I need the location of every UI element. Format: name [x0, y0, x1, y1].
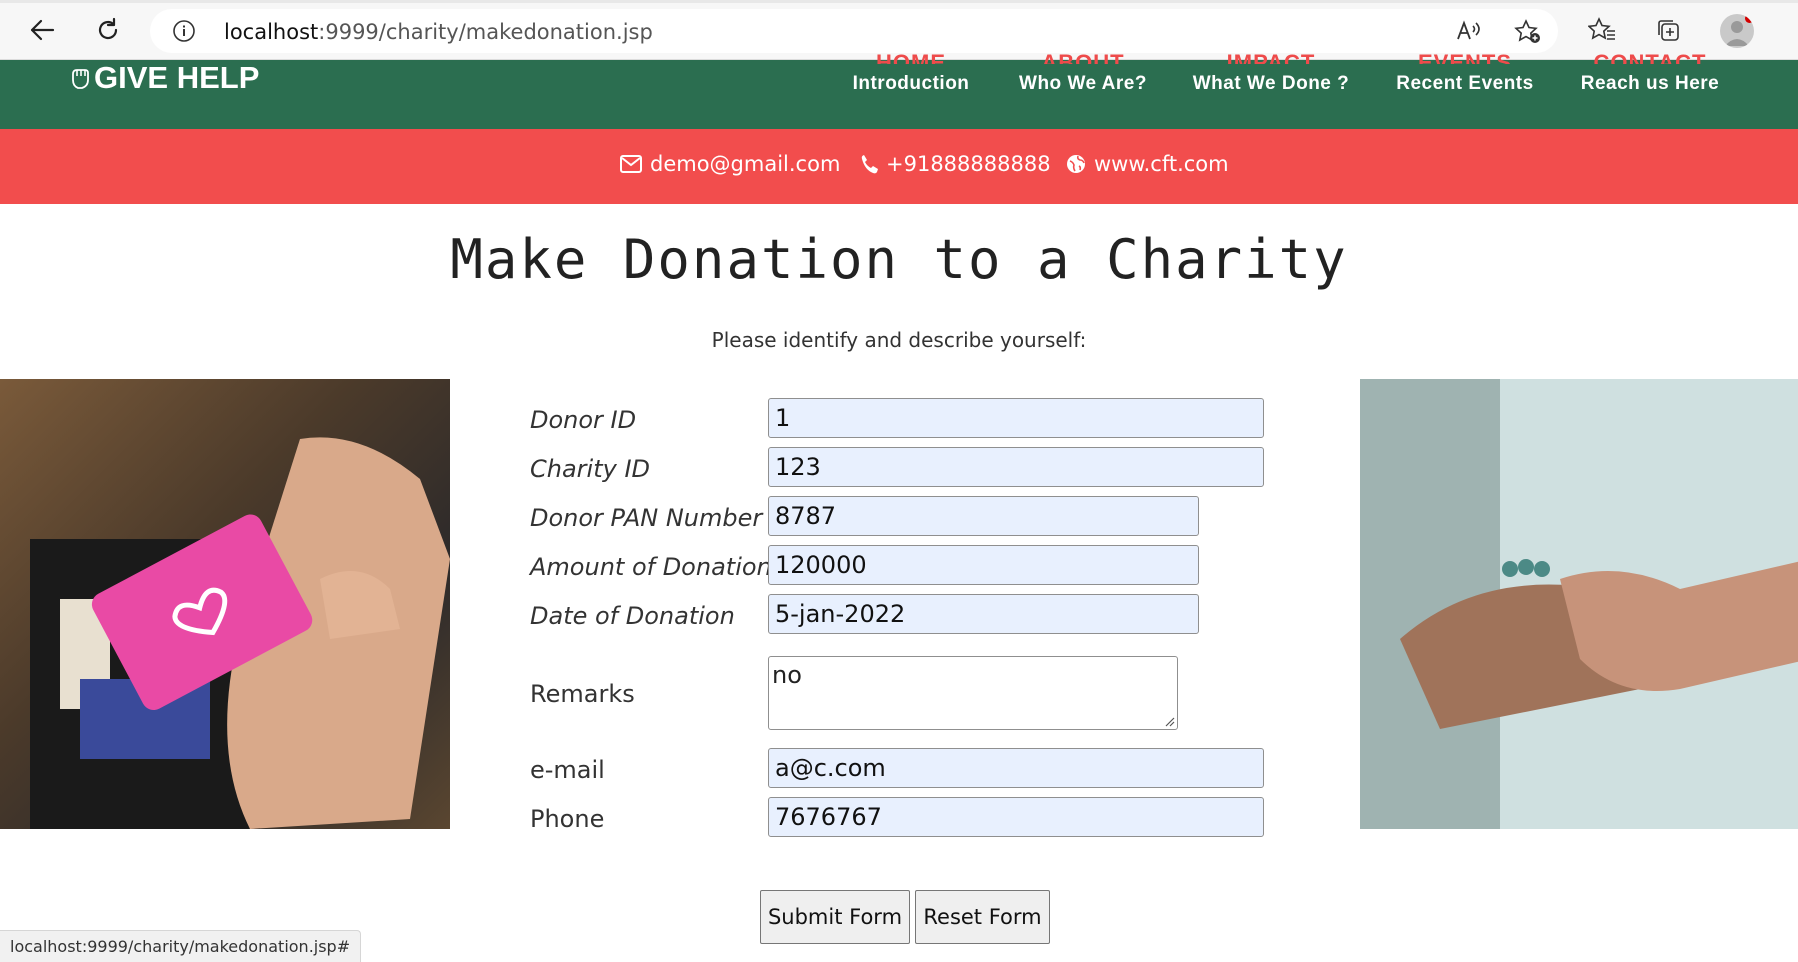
contact-email-text: demo@gmail.com	[650, 152, 841, 176]
form-instructions: Please identify and describe yourself:	[711, 328, 1087, 352]
favorites-icon[interactable]	[1584, 12, 1620, 48]
contact-website-text: www.cft.com	[1094, 152, 1229, 176]
contact-email[interactable]: demo@gmail.com	[620, 152, 840, 176]
url-host: localhost	[224, 20, 319, 44]
nav-ghost-label: EVENTS	[1417, 50, 1513, 64]
date-label: Date of Donation	[530, 602, 735, 630]
envelope-icon	[620, 155, 642, 173]
holding-hands-photo	[1360, 379, 1798, 829]
amount-input[interactable]: 120000	[768, 545, 1199, 585]
email-label: e-mail	[530, 756, 605, 784]
remarks-label: Remarks	[530, 680, 635, 708]
url-text[interactable]: localhost:9999/charity/makedonation.jsp	[224, 20, 653, 44]
nav-item-introduction[interactable]: HOME Introduction	[838, 50, 984, 129]
nav-label: Reach us Here	[1580, 73, 1720, 94]
contact-phone-text: +91888888888	[886, 152, 1051, 176]
nav-ghost-label: HOME	[876, 50, 946, 64]
donor-id-input[interactable]: 1	[768, 398, 1264, 438]
refresh-button[interactable]	[90, 12, 126, 48]
read-aloud-icon[interactable]	[1456, 19, 1482, 47]
reset-form-button[interactable]: Reset Form	[915, 890, 1050, 944]
globe-icon	[1067, 155, 1085, 173]
charity-id-label: Charity ID	[530, 455, 651, 483]
nav-label: What We Done ?	[1192, 73, 1350, 94]
status-bar-url: localhost:9999/charity/makedonation.jsp#	[0, 930, 362, 962]
fist-icon	[72, 69, 89, 89]
phone-label: Phone	[530, 805, 605, 833]
refresh-icon	[98, 17, 118, 40]
site-header: GIVE HELP HOME Introduction ABOUT Who We…	[0, 50, 1798, 129]
back-button[interactable]	[24, 12, 60, 48]
collections-icon[interactable]	[1650, 12, 1686, 48]
pan-label: Donor PAN Number	[530, 504, 763, 532]
pan-input[interactable]: 8787	[768, 496, 1199, 536]
email-input[interactable]: a@c.com	[768, 748, 1264, 788]
organ-donor-card-photo	[0, 379, 450, 829]
back-arrow-icon	[30, 19, 55, 41]
site-info-icon[interactable]	[172, 19, 196, 47]
resize-grip-icon[interactable]	[1163, 715, 1175, 727]
nav-label: Introduction	[852, 73, 970, 94]
contact-bar: demo@gmail.com +91888888888 www.cft.com	[0, 129, 1798, 204]
nav-label: Who We Are?	[1019, 73, 1147, 94]
profile-avatar[interactable]	[1720, 14, 1754, 48]
notification-dot	[1745, 14, 1754, 23]
nav-ghost-label: IMPACT	[1226, 50, 1316, 64]
page-title: Make Donation to a Charity	[450, 228, 1348, 291]
tab-strip-edge	[0, 0, 1798, 3]
remarks-value: no	[772, 661, 802, 689]
contact-phone[interactable]: +91888888888	[860, 152, 1051, 176]
url-path: :9999/charity/makedonation.jsp	[318, 20, 653, 44]
nav-label: Recent Events	[1396, 73, 1534, 94]
amount-label: Amount of Donation	[530, 553, 772, 581]
nav-item-recent-events[interactable]: EVENTS Recent Events	[1390, 50, 1540, 129]
nav-item-reach-us[interactable]: CONTACT Reach us Here	[1572, 50, 1728, 129]
date-input[interactable]: 5-jan-2022	[768, 594, 1199, 634]
address-bar[interactable]: localhost:9999/charity/makedonation.jsp	[150, 9, 1558, 53]
phone-icon	[861, 155, 878, 174]
add-favorite-icon[interactable]	[1514, 19, 1542, 49]
nav-ghost-label: CONTACT	[1593, 50, 1707, 64]
contact-website[interactable]: www.cft.com	[1066, 152, 1229, 176]
nav-item-what-we-done[interactable]: IMPACT What We Done ?	[1188, 50, 1354, 129]
remarks-textarea[interactable]: no	[768, 656, 1178, 730]
donor-id-label: Donor ID	[530, 406, 637, 434]
phone-input[interactable]: 7676767	[768, 797, 1264, 837]
logo-text: GIVE HELP	[94, 60, 260, 95]
charity-id-input[interactable]: 123	[768, 447, 1264, 487]
nav-item-who-we-are[interactable]: ABOUT Who We Are?	[1010, 50, 1156, 129]
site-logo[interactable]: GIVE HELP	[70, 60, 259, 96]
nav-ghost-label: ABOUT	[1041, 50, 1125, 64]
submit-form-button[interactable]: Submit Form	[760, 890, 910, 944]
